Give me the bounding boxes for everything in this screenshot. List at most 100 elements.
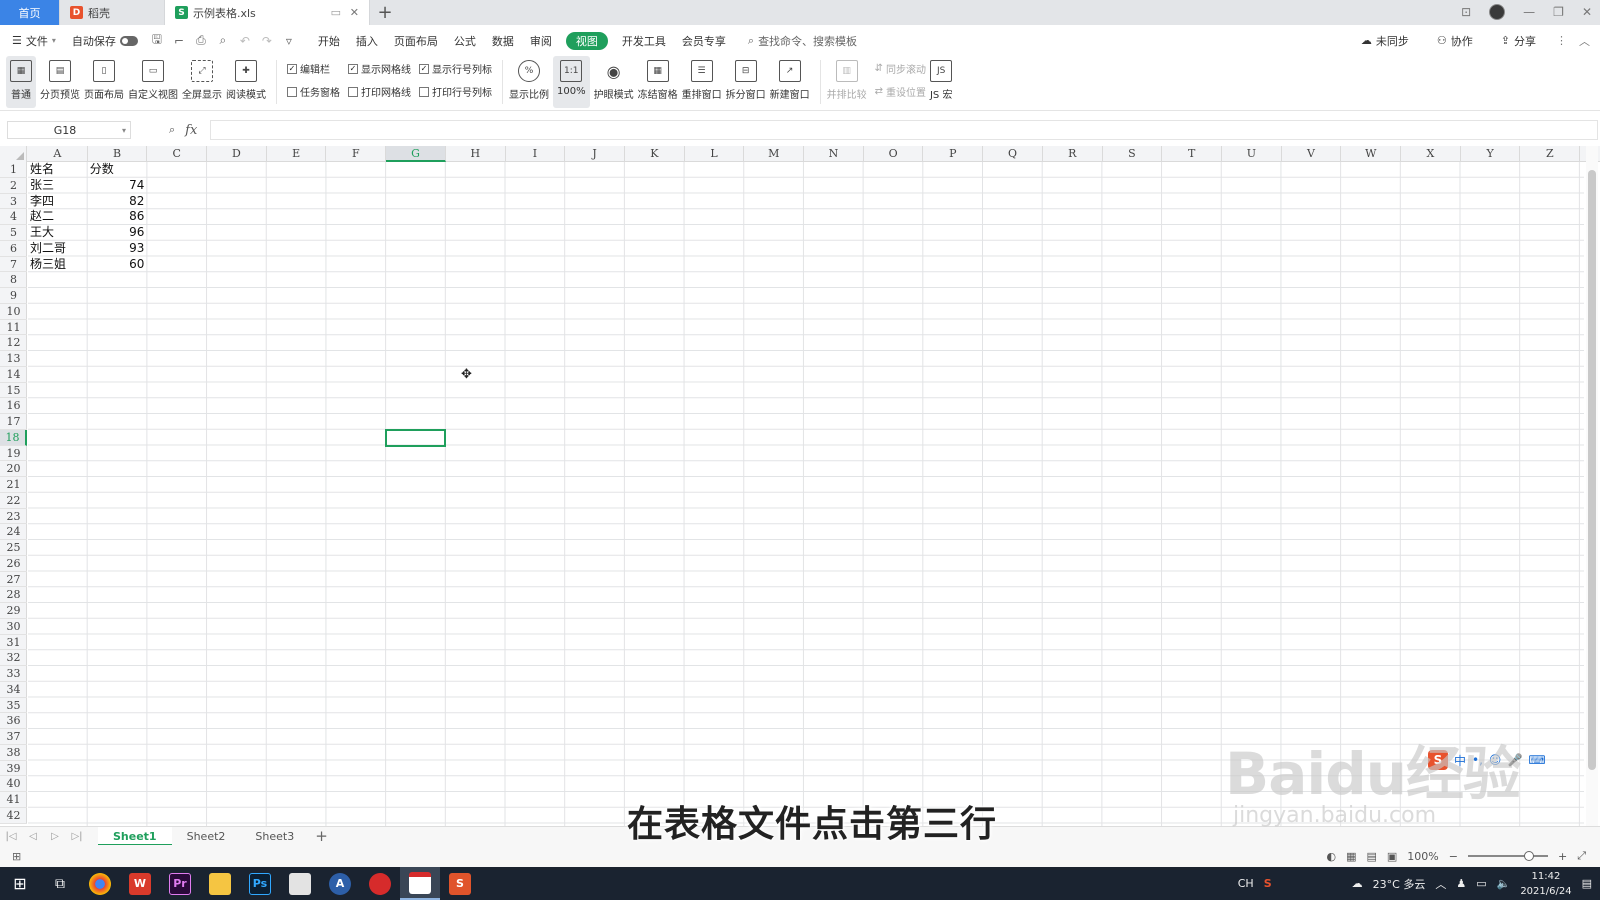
fullscreen-button[interactable]: ⤢ 全屏显示 [182,56,222,108]
start-button[interactable]: ⊞ [0,867,40,900]
sheet-tab-2[interactable]: Sheet2 [172,827,241,846]
eye-protection-button[interactable]: ◉ 护眼模式 [594,56,634,108]
row-header-39[interactable]: 39 [0,761,27,777]
check-formula-bar[interactable]: ✓ 编辑栏 [287,61,340,76]
column-header-k[interactable]: K [625,146,685,162]
row-header-12[interactable]: 12 [0,335,27,351]
column-header-m[interactable]: M [744,146,805,162]
zoom-level[interactable]: 100% [1407,850,1438,863]
check-show-headers[interactable]: ✓ 显示行号列标 [419,61,492,76]
name-box[interactable]: G18 ▾ [7,121,131,139]
column-header-s[interactable]: S [1103,146,1163,162]
restore-icon[interactable]: ❐ [1553,5,1564,19]
first-sheet-icon[interactable]: |◁ [0,831,22,842]
view-normal-button[interactable]: ▦ 普通 [6,56,36,108]
taskbar-sheets[interactable]: S [440,867,480,900]
last-sheet-icon[interactable]: ▷| [66,831,88,842]
column-header-q[interactable]: Q [983,146,1043,162]
command-search[interactable]: ⌕ 查找命令、搜索模板 [748,33,857,49]
select-all-corner[interactable] [0,146,27,162]
sogou-icon[interactable]: S [1264,877,1272,890]
page-layout-view-button[interactable]: ▯ 页面布局 [84,56,124,108]
row-header-30[interactable]: 30 [0,619,27,635]
tab-home[interactable]: 首页 [0,0,60,25]
view-page-icon[interactable]: ▤ [1366,850,1376,863]
custom-view-button[interactable]: ▭ 自定义视图 [128,56,178,108]
prev-sheet-icon[interactable]: ◁ [22,831,44,842]
print-icon[interactable]: ⎙ [190,33,212,48]
row-header-26[interactable]: 26 [0,556,27,572]
row-header-13[interactable]: 13 [0,351,27,367]
network-icon[interactable]: ▭ [1476,877,1486,890]
macro-record-icon[interactable]: ⊞ [12,850,21,863]
zoom-out-icon[interactable]: − [1449,850,1458,863]
file-menu[interactable]: ☰ 文件 ▾ [0,33,64,49]
ime-indicator[interactable]: CH [1238,877,1254,890]
fullscreen-icon[interactable]: ⤢ [1577,849,1586,863]
zoom-100-button[interactable]: 1:1 100% [553,56,590,108]
row-header-5[interactable]: 5 [0,225,27,241]
column-header-c[interactable]: C [147,146,208,162]
column-header-v[interactable]: V [1282,146,1342,162]
reset-position-button[interactable]: ⇄ 重设位置 [875,84,926,99]
zoom-slider[interactable] [1467,851,1548,861]
qq-icon[interactable]: ♟ [1456,877,1466,890]
row-header-17[interactable]: 17 [0,414,27,430]
row-header-6[interactable]: 6 [0,241,27,257]
taskbar-photoshop[interactable]: Ps [240,867,280,900]
row-header-28[interactable]: 28 [0,587,27,603]
tray-expand-icon[interactable]: ︿ [1435,876,1446,892]
js-macro-button[interactable]: JS JS 宏 [930,56,952,108]
column-header-r[interactable]: R [1043,146,1103,162]
eye-mode-icon[interactable]: ◐ [1326,850,1336,863]
check-task-pane[interactable]: 任务窗格 [287,84,340,99]
column-header-i[interactable]: I [506,146,566,162]
check-show-gridlines[interactable]: ✓ 显示网格线 [348,61,411,76]
row-header-8[interactable]: 8 [0,272,27,288]
row-header-15[interactable]: 15 [0,383,27,399]
column-header-a[interactable]: A [28,146,88,162]
tab-daoke[interactable]: D 稻壳 [60,0,165,25]
check-print-headers[interactable]: 打印行号列标 [419,84,492,99]
column-header-j[interactable]: J [565,146,625,162]
column-header-t[interactable]: T [1162,146,1222,162]
row-header-2[interactable]: 2 [0,178,27,194]
collapse-ribbon-icon[interactable]: ︿ [1579,33,1590,49]
taskbar-office[interactable] [280,867,320,900]
float-window-icon[interactable]: ▭ [331,6,341,19]
volume-icon[interactable]: 🔈 [1497,877,1511,890]
column-header-z[interactable]: Z [1521,146,1581,162]
next-sheet-icon[interactable]: ▷ [44,831,66,842]
arrange-windows-button[interactable]: ☰ 重排窗口 [682,56,722,108]
column-header-b[interactable]: B [88,146,148,162]
row-header-19[interactable]: 19 [0,446,27,462]
taskbar-app-a[interactable]: A [320,867,360,900]
taskbar-chrome[interactable] [80,867,120,900]
column-header-d[interactable]: D [207,146,267,162]
new-window-button[interactable]: ↗ 新建窗口 [770,56,810,108]
table-header-cell[interactable]: 分数 [90,162,147,177]
sync-button[interactable]: ☁ 未同步 [1353,33,1417,49]
column-header-l[interactable]: L [685,146,745,162]
task-view-button[interactable]: ⧉ [40,867,80,900]
view-normal-icon[interactable]: ▦ [1346,850,1356,863]
row-header-34[interactable]: 34 [0,682,27,698]
row-header-11[interactable]: 11 [0,320,27,336]
layout-icon[interactable]: ⊡ [1461,5,1471,19]
row-header-31[interactable]: 31 [0,635,27,651]
collab-button[interactable]: ⚇ 协作 [1429,33,1481,49]
row-header-21[interactable]: 21 [0,477,27,493]
reading-mode-button[interactable]: ✚ 阅读模式 [226,56,266,108]
undo-icon[interactable]: ↶ [234,34,256,48]
taskbar-netease[interactable] [360,867,400,900]
save-icon[interactable]: 🖫 [146,30,168,51]
more-icon[interactable]: ▿ [278,34,300,48]
row-header-25[interactable]: 25 [0,540,27,556]
print-preview-icon[interactable]: ⌕ [212,33,234,48]
row-header-35[interactable]: 35 [0,698,27,714]
sheet-tab-3[interactable]: Sheet3 [240,827,309,846]
page-break-preview-button[interactable]: ▤ 分页预览 [40,56,80,108]
menu-start[interactable]: 开始 [310,33,348,49]
avatar[interactable] [1489,4,1506,20]
column-header-o[interactable]: O [864,146,924,162]
